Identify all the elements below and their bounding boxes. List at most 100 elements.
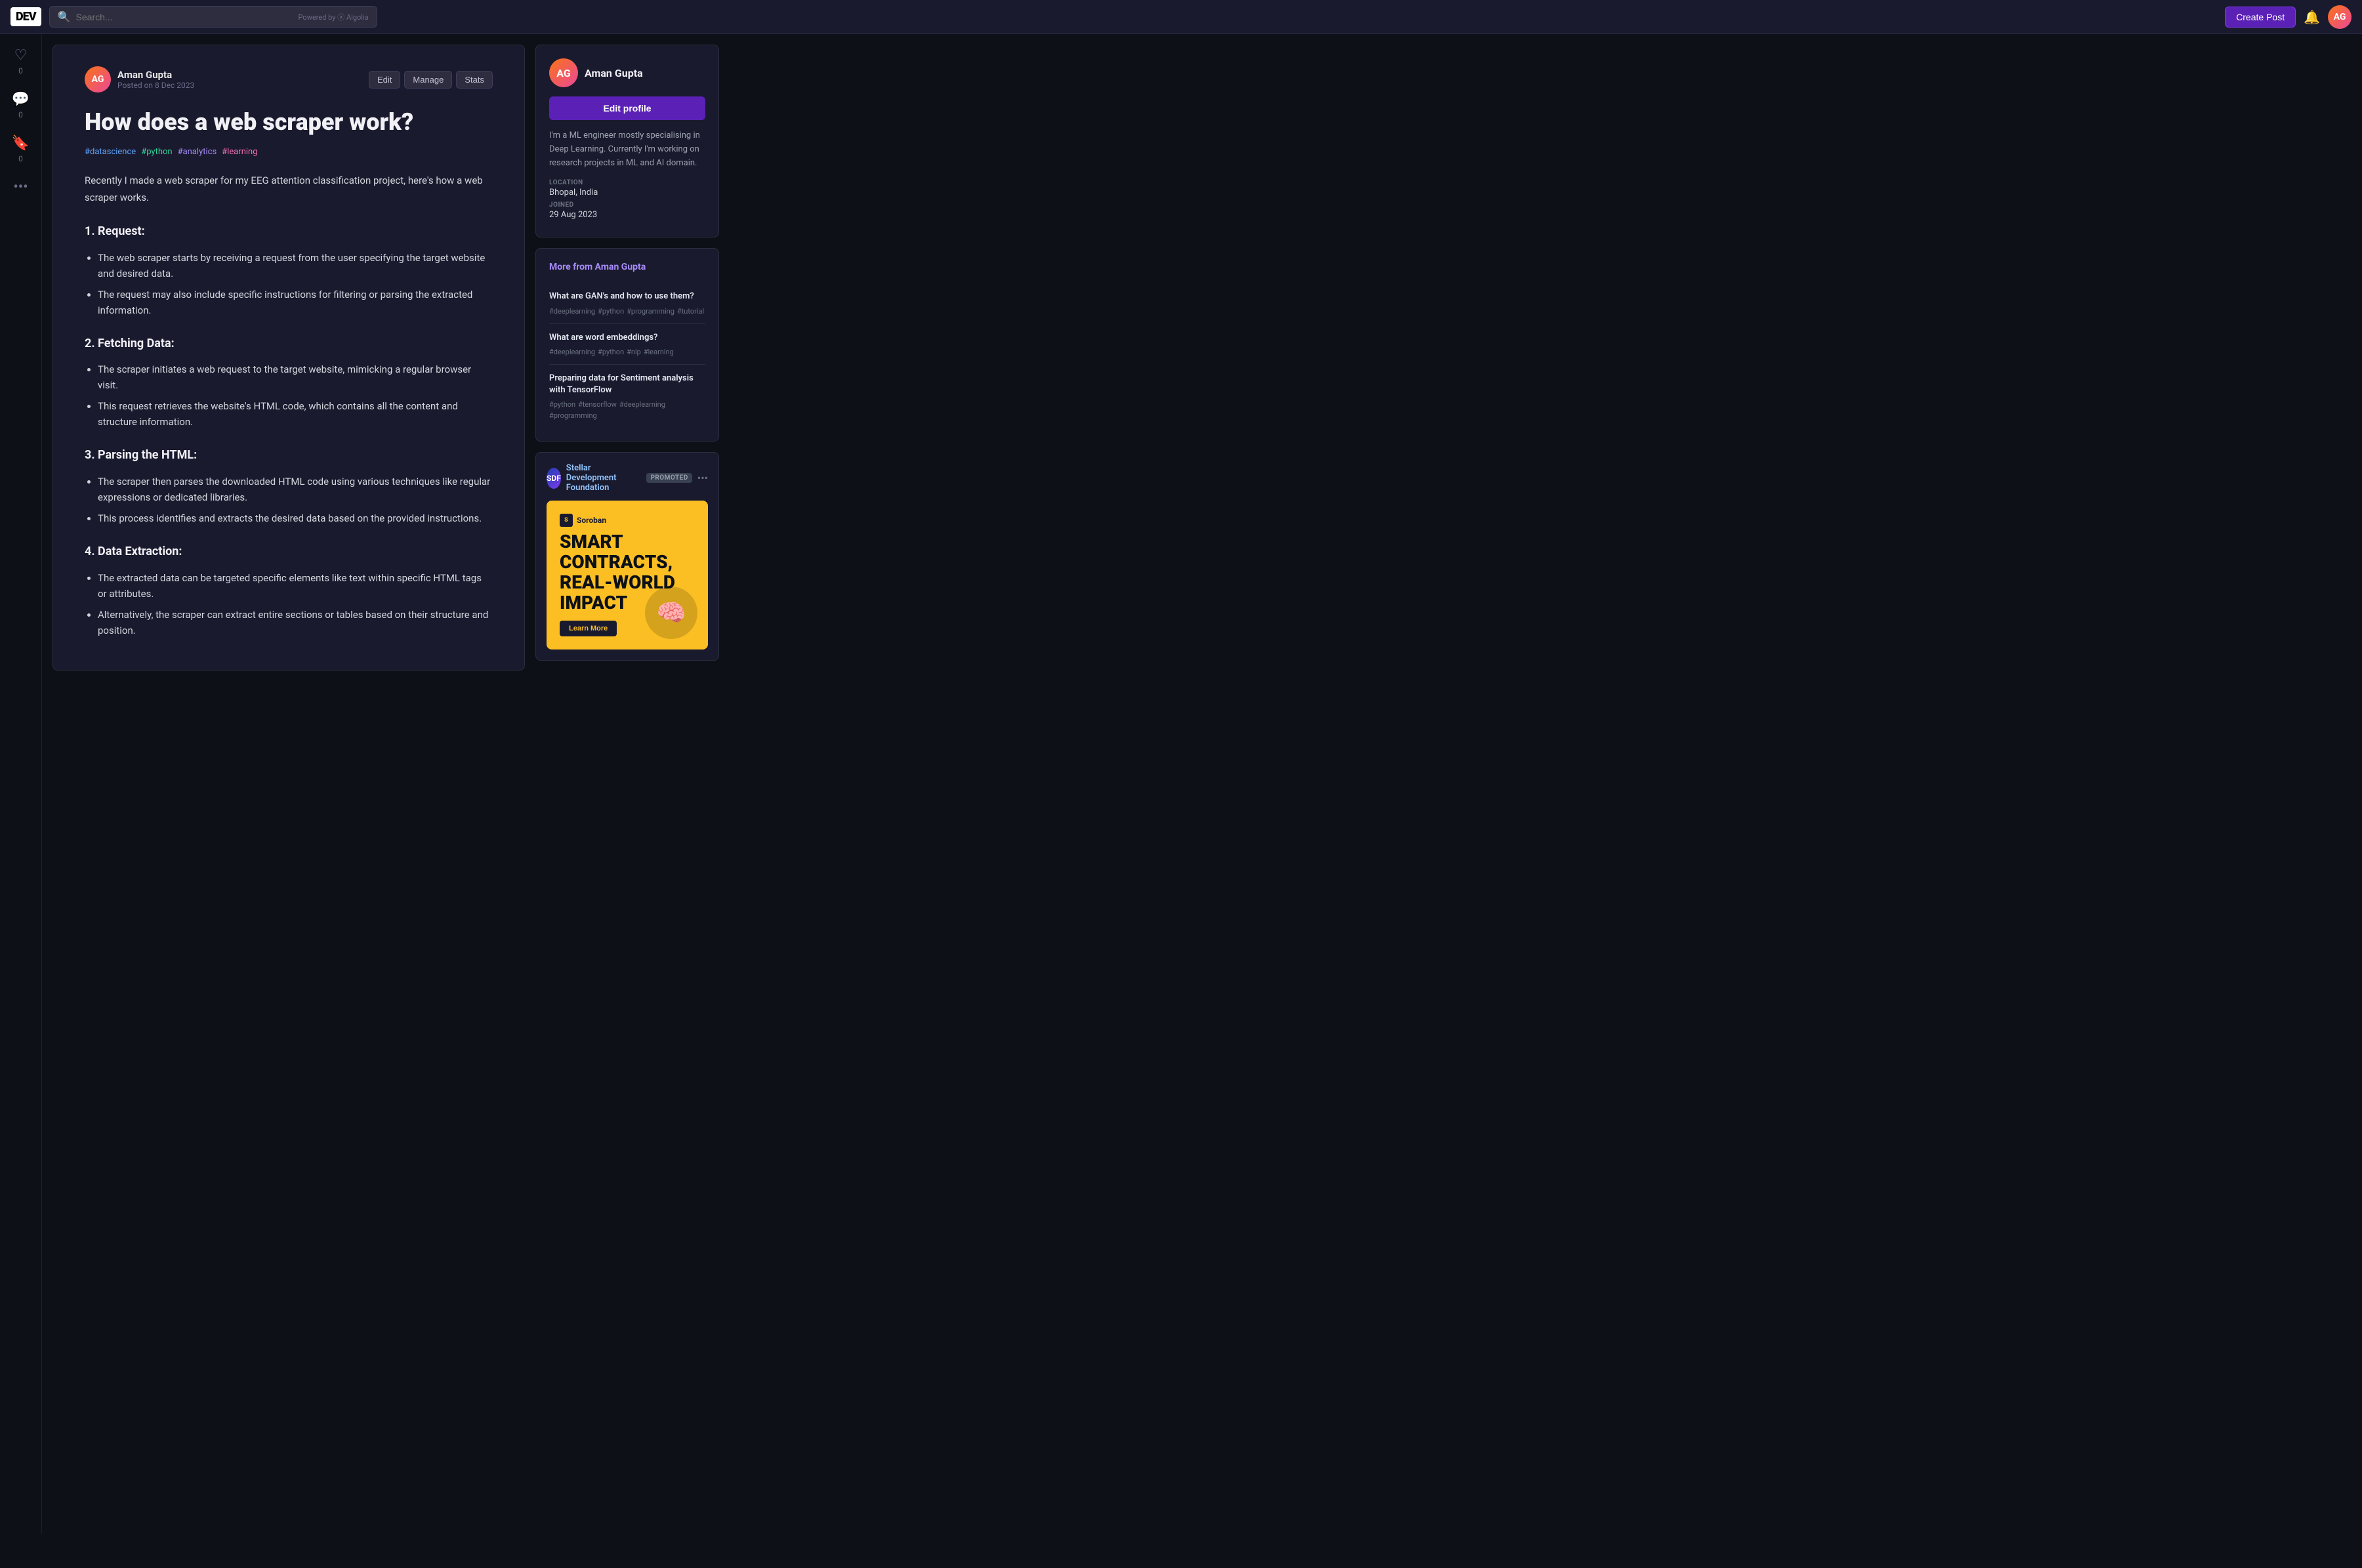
- more-post-title-1: What are GAN's and how to use them?: [549, 291, 705, 302]
- article-title: How does a web scraper work?: [85, 108, 493, 136]
- bookmark-icon: 🔖: [12, 135, 30, 152]
- powered-by-label: Powered by ⓐ Algolia: [299, 12, 369, 22]
- post-tag: #programming: [549, 411, 597, 420]
- more-action[interactable]: •••: [13, 179, 28, 196]
- tag-python[interactable]: #python: [141, 147, 172, 157]
- section-3-list: The scraper then parses the downloaded H…: [98, 474, 493, 526]
- edit-button[interactable]: Edit: [369, 71, 400, 89]
- location-meta: LOCATION Bhopal, India: [549, 179, 705, 197]
- section-heading-4: 4. Data Extraction:: [85, 542, 493, 562]
- article: AG Aman Gupta Posted on 8 Dec 2023 Edit …: [52, 45, 525, 671]
- search-bar[interactable]: 🔍 Powered by ⓐ Algolia: [49, 6, 377, 28]
- post-tag: #tutorial: [677, 307, 704, 316]
- profile-header: AG Aman Gupta: [549, 58, 705, 87]
- author-avatar[interactable]: AG: [85, 66, 111, 93]
- article-actions: Edit Manage Stats: [369, 71, 493, 89]
- author-name: Aman Gupta: [117, 69, 194, 81]
- article-header: AG Aman Gupta Posted on 8 Dec 2023 Edit …: [85, 66, 493, 93]
- more-dots-icon: •••: [13, 179, 28, 196]
- more-post-title-3: Preparing data for Sentiment analysis wi…: [549, 373, 705, 396]
- stats-button[interactable]: Stats: [456, 71, 493, 89]
- comment-icon: 💬: [12, 91, 30, 108]
- promoted-badge: PROMOTED: [646, 473, 692, 483]
- section-1-list: The web scraper starts by receiving a re…: [98, 250, 493, 318]
- search-input[interactable]: [76, 12, 293, 22]
- promoted-org-info: Stellar Development Foundation: [566, 463, 642, 493]
- article-body: Recently I made a web scraper for my EEG…: [85, 173, 493, 638]
- page-wrapper: ♡ 0 💬 0 🔖 0 ••• AG Aman Gupta Posted on …: [0, 34, 2362, 681]
- search-icon: 🔍: [58, 10, 71, 23]
- bookmark-count: 0: [18, 154, 23, 163]
- article-intro: Recently I made a web scraper for my EEG…: [85, 173, 493, 206]
- joined-meta: JOINED 29 Aug 2023: [549, 201, 705, 220]
- tag-datascience[interactable]: #datascience: [85, 147, 136, 157]
- ad-brand: S Soroban: [560, 514, 695, 527]
- ad-decoration-icon: 🧠: [645, 587, 697, 639]
- promoted-header: SDF Stellar Development Foundation PROMO…: [547, 463, 708, 493]
- posted-date: Posted on 8 Dec 2023: [117, 81, 194, 90]
- list-item: The web scraper starts by receiving a re…: [98, 250, 493, 281]
- profile-avatar[interactable]: AG: [549, 58, 578, 87]
- promoted-card: SDF Stellar Development Foundation PROMO…: [535, 452, 719, 661]
- post-tag: #nlp: [627, 348, 641, 356]
- notification-bell-icon[interactable]: 🔔: [2304, 9, 2320, 25]
- section-2-list: The scraper initiates a web request to t…: [98, 361, 493, 430]
- author-details: Aman Gupta Posted on 8 Dec 2023: [117, 69, 194, 90]
- promoted-more-icon[interactable]: •••: [697, 472, 708, 484]
- nav-right: Create Post 🔔 AG: [2225, 5, 2352, 29]
- comment-action[interactable]: 💬 0: [12, 91, 30, 119]
- profile-bio: I'm a ML engineer mostly specialising in…: [549, 129, 705, 170]
- create-post-button[interactable]: Create Post: [2225, 7, 2296, 28]
- post-tag: #python: [549, 400, 575, 409]
- ad-image[interactable]: S Soroban SMART CONTRACTS, REAL-WORLD IM…: [547, 501, 708, 650]
- post-tag: #deeplearning: [549, 307, 595, 316]
- more-post-3[interactable]: Preparing data for Sentiment analysis wi…: [549, 365, 705, 428]
- author-info: AG Aman Gupta Posted on 8 Dec 2023: [85, 66, 194, 93]
- joined-label: JOINED: [549, 201, 705, 209]
- post-tag: #python: [598, 307, 624, 316]
- more-from-card: More from Aman Gupta What are GAN's and …: [535, 248, 719, 442]
- user-avatar-nav[interactable]: AG: [2328, 5, 2352, 29]
- bookmark-action[interactable]: 🔖 0: [12, 135, 30, 163]
- list-item: The request may also include specific in…: [98, 287, 493, 318]
- edit-profile-button[interactable]: Edit profile: [549, 96, 705, 120]
- left-sidebar: ♡ 0 💬 0 🔖 0 •••: [0, 34, 42, 1534]
- more-from-title: More from Aman Gupta: [549, 262, 705, 272]
- manage-button[interactable]: Manage: [404, 71, 452, 89]
- profile-name: Aman Gupta: [585, 67, 643, 79]
- post-tag: #deeplearning: [549, 348, 595, 356]
- dev-logo[interactable]: DEV: [10, 7, 41, 26]
- list-item: The extracted data can be targeted speci…: [98, 570, 493, 602]
- post-tag: #tensorflow: [578, 400, 617, 409]
- tag-learning[interactable]: #learning: [222, 147, 257, 157]
- location-value: Bhopal, India: [549, 188, 705, 197]
- post-tags-2: #deeplearning #python #nlp #learning: [549, 348, 705, 356]
- ad-brand-name: Soroban: [577, 516, 606, 525]
- more-post-2[interactable]: What are word embeddings? #deeplearning …: [549, 324, 705, 365]
- profile-card: AG Aman Gupta Edit profile I'm a ML engi…: [535, 45, 719, 237]
- promoted-org-logo: SDF: [547, 468, 561, 489]
- section-heading-3: 3. Parsing the HTML:: [85, 445, 493, 466]
- heart-icon: ♡: [14, 47, 28, 64]
- section-heading-2: 2. Fetching Data:: [85, 334, 493, 354]
- list-item: Alternatively, the scraper can extract e…: [98, 607, 493, 638]
- section-4-list: The extracted data can be targeted speci…: [98, 570, 493, 638]
- list-item: The scraper then parses the downloaded H…: [98, 474, 493, 505]
- promoted-org-name: Stellar Development Foundation: [566, 463, 642, 493]
- more-post-title-2: What are word embeddings?: [549, 332, 705, 344]
- tag-analytics[interactable]: #analytics: [178, 147, 217, 157]
- post-tags-1: #deeplearning #python #programming #tuto…: [549, 307, 705, 316]
- more-post-1[interactable]: What are GAN's and how to use them? #dee…: [549, 283, 705, 323]
- main-content: AG Aman Gupta Posted on 8 Dec 2023 Edit …: [42, 34, 829, 681]
- list-item: This process identifies and extracts the…: [98, 510, 493, 526]
- heart-action[interactable]: ♡ 0: [14, 47, 28, 75]
- section-heading-1: 1. Request:: [85, 222, 493, 242]
- top-navigation: DEV 🔍 Powered by ⓐ Algolia Create Post 🔔…: [0, 0, 2362, 34]
- ad-learn-more-button[interactable]: Learn More: [560, 621, 617, 636]
- comment-count: 0: [18, 110, 23, 119]
- post-tag: #learning: [644, 348, 674, 356]
- location-label: LOCATION: [549, 179, 705, 186]
- ad-brand-logo: S: [560, 514, 573, 527]
- joined-value: 29 Aug 2023: [549, 210, 705, 220]
- right-sidebar: AG Aman Gupta Edit profile I'm a ML engi…: [535, 45, 719, 671]
